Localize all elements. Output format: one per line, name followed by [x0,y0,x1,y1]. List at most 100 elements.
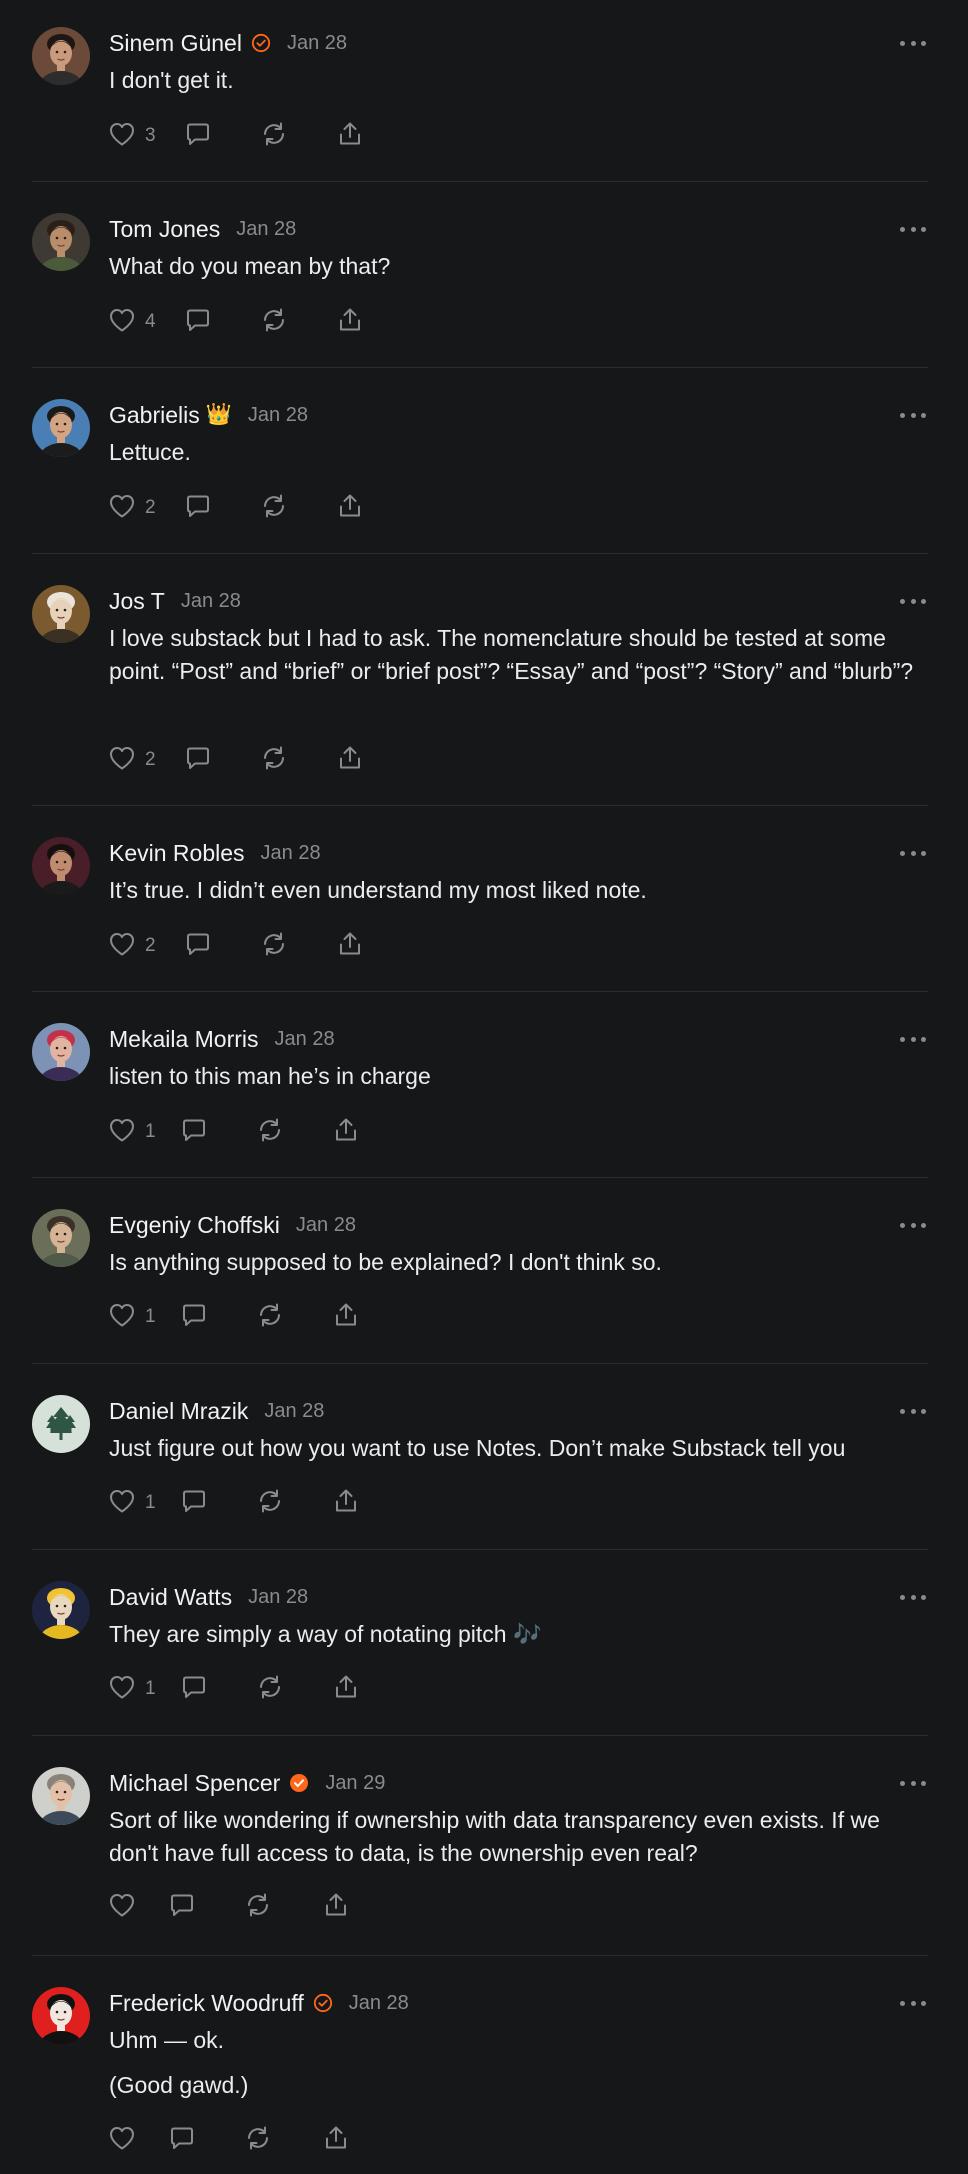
share-button[interactable] [335,929,365,963]
like-button[interactable] [107,2123,137,2157]
comment-header: Tom Jones Jan 28 [109,214,296,244]
more-dots-icon[interactable] [900,1592,926,1602]
avatar[interactable] [32,1395,90,1453]
reply-button[interactable] [183,929,213,963]
more-dots-icon[interactable] [900,224,926,234]
author-name[interactable]: Frederick Woodruff [109,1990,304,2017]
restack-button[interactable] [259,743,289,777]
like-button[interactable]: 1 [107,1115,156,1149]
like-button[interactable]: 2 [107,929,156,963]
share-button[interactable] [335,119,365,153]
heart-icon [107,1890,137,1925]
comment-date[interactable]: Jan 28 [261,842,321,865]
reply-button[interactable] [179,1486,209,1520]
restack-button[interactable] [255,1672,285,1706]
comment-date[interactable]: Jan 28 [296,1214,356,1237]
like-button[interactable]: 3 [107,119,156,153]
comment-date[interactable]: Jan 28 [264,1400,324,1423]
comment-date[interactable]: Jan 28 [236,218,296,241]
restack-button[interactable] [259,305,289,339]
author-name[interactable]: Mekaila Morris [109,1026,259,1053]
avatar[interactable] [32,399,90,457]
share-button[interactable] [321,2123,351,2157]
restack-button[interactable] [259,491,289,525]
share-button[interactable] [331,1300,361,1334]
reply-button[interactable] [167,1890,197,1924]
avatar[interactable] [32,27,90,85]
comment-header: Evgeniy Choffski Jan 28 [109,1210,356,1240]
like-button[interactable]: 1 [107,1300,156,1334]
restack-button[interactable] [259,119,289,153]
share-button[interactable] [331,1115,361,1149]
avatar[interactable] [32,1581,90,1639]
comment-date[interactable]: Jan 28 [349,1992,409,2015]
reply-button[interactable] [167,2123,197,2157]
author-name[interactable]: Evgeniy Choffski [109,1212,280,1239]
comment-divider [32,805,928,806]
like-button[interactable]: 1 [107,1672,156,1706]
restack-icon [255,1672,285,1707]
more-dots-icon[interactable] [900,38,926,48]
author-name[interactable]: Tom Jones [109,216,220,243]
more-dots-icon[interactable] [900,1406,926,1416]
more-dots-icon[interactable] [900,410,926,420]
reply-button[interactable] [179,1672,209,1706]
more-dots-icon[interactable] [900,596,926,606]
reply-button[interactable] [183,305,213,339]
avatar[interactable] [32,837,90,895]
author-name[interactable]: Daniel Mrazik [109,1398,248,1425]
like-button[interactable]: 2 [107,491,156,525]
restack-button[interactable] [255,1300,285,1334]
like-button[interactable]: 2 [107,743,156,777]
like-button[interactable] [107,1890,137,1924]
avatar[interactable] [32,213,90,271]
author-name[interactable]: Sinem Günel [109,30,242,57]
more-dots-icon[interactable] [900,1778,926,1788]
restack-button[interactable] [243,1890,273,1924]
restack-button[interactable] [255,1115,285,1149]
comment-header: Mekaila Morris Jan 28 [109,1024,335,1054]
reply-button[interactable] [183,743,213,777]
avatar[interactable] [32,1987,90,2045]
restack-button[interactable] [243,2123,273,2157]
share-button[interactable] [335,491,365,525]
comment-bubble-icon [179,1672,209,1707]
avatar[interactable] [32,585,90,643]
comment-date[interactable]: Jan 28 [287,32,347,55]
comment-date[interactable]: Jan 28 [248,404,308,427]
more-dots-icon[interactable] [900,1220,926,1230]
reply-button[interactable] [179,1300,209,1334]
author-name[interactable]: Kevin Robles [109,840,245,867]
share-button[interactable] [335,743,365,777]
comment-date[interactable]: Jan 29 [325,1772,385,1795]
comment-date[interactable]: Jan 28 [181,590,241,613]
reply-button[interactable] [183,119,213,153]
restack-button[interactable] [255,1486,285,1520]
restack-button[interactable] [259,929,289,963]
more-dots-icon[interactable] [900,1034,926,1044]
comment-date[interactable]: Jan 28 [248,1586,308,1609]
like-button[interactable]: 1 [107,1486,156,1520]
like-button[interactable]: 4 [107,305,156,339]
more-dots-icon[interactable] [900,1998,926,2008]
author-name[interactable]: Jos T [109,588,165,615]
more-dots-icon[interactable] [900,848,926,858]
author-name[interactable]: David Watts [109,1584,232,1611]
author-name[interactable]: Michael Spencer [109,1770,280,1797]
reply-button[interactable] [183,491,213,525]
share-button[interactable] [331,1486,361,1520]
author-name[interactable]: Gabrielis [109,402,200,429]
restack-icon [243,1890,273,1925]
heart-icon [107,305,137,340]
comment-date[interactable]: Jan 28 [275,1028,335,1051]
share-button[interactable] [331,1672,361,1706]
share-button[interactable] [321,1890,351,1924]
avatar[interactable] [32,1209,90,1267]
heart-icon [107,1300,137,1335]
share-button[interactable] [335,305,365,339]
avatar[interactable] [32,1023,90,1081]
comment-bubble-icon [179,1486,209,1521]
comment-text: Sort of like wondering if ownership with… [109,1804,929,1870]
avatar[interactable] [32,1767,90,1825]
reply-button[interactable] [179,1115,209,1149]
